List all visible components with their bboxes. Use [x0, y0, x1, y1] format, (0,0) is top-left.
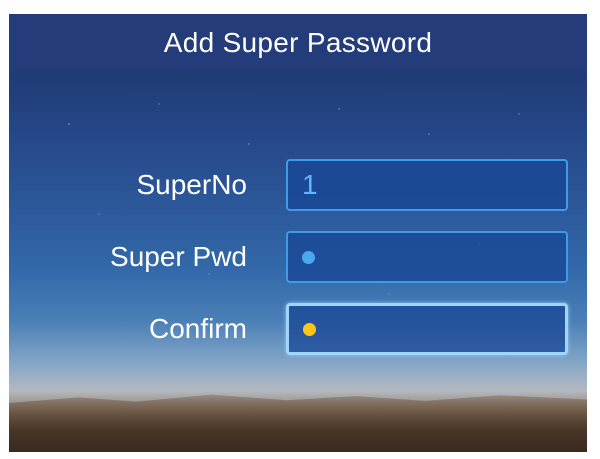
super-pwd-label: Super Pwd	[110, 241, 247, 272]
background-horizon	[9, 394, 587, 452]
super-no-label: SuperNo	[136, 169, 247, 200]
device-screen: Add Super Password SuperNo 1 Super Pwd C…	[9, 14, 587, 452]
super-no-value: 1	[302, 169, 318, 200]
password-mask-dot	[302, 250, 315, 264]
super-pwd-field[interactable]	[286, 231, 568, 283]
super-no-field[interactable]: 1	[286, 159, 568, 211]
super-no-row: SuperNo 1	[9, 159, 587, 211]
super-pwd-row: Super Pwd	[9, 231, 587, 283]
confirm-row: Confirm	[9, 303, 587, 355]
title-bar: Add Super Password	[9, 14, 587, 71]
confirm-mask-dot	[303, 322, 316, 336]
page-title: Add Super Password	[163, 26, 433, 58]
confirm-label: Confirm	[148, 313, 247, 344]
confirm-field[interactable]	[286, 303, 568, 355]
